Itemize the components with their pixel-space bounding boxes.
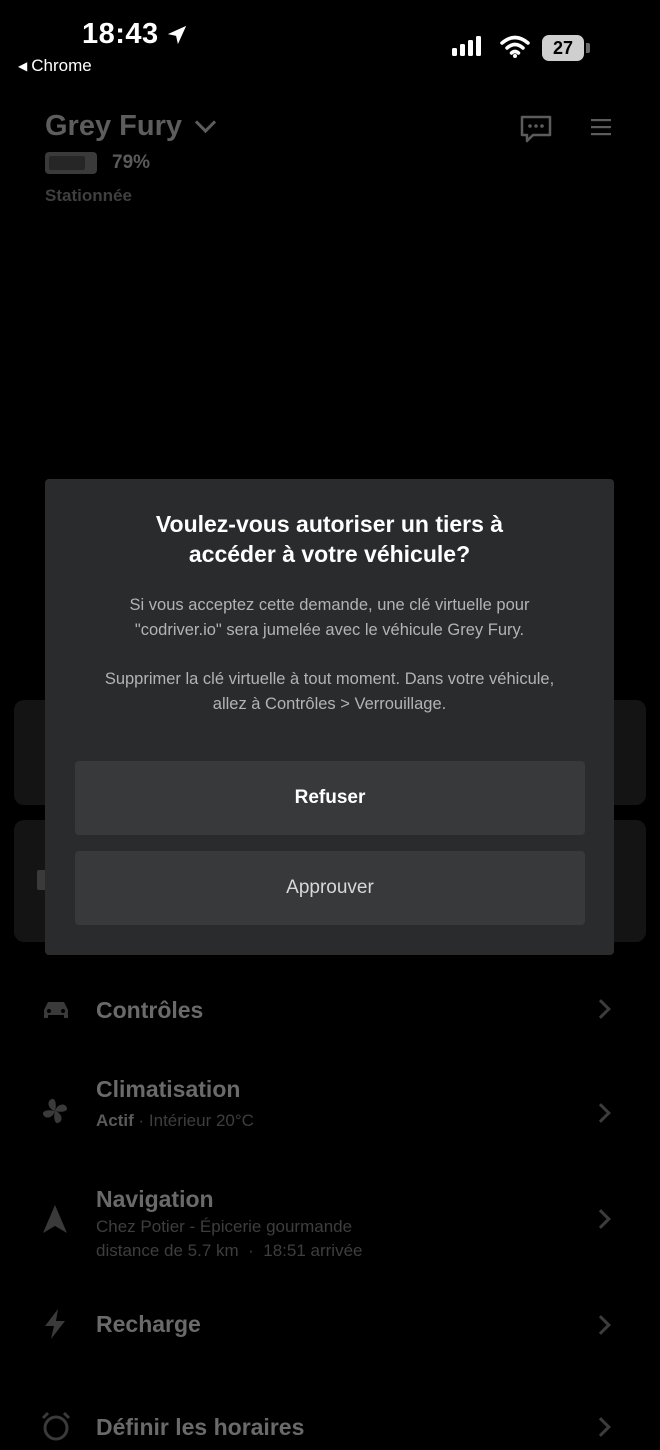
menu-item-charging[interactable]: Recharge: [40, 1304, 630, 1344]
back-triangle-icon: ◀: [18, 59, 28, 73]
menu-item-title: Contrôles: [96, 996, 204, 1023]
cellular-signal-icon: [452, 36, 481, 56]
menu-hamburger-icon[interactable]: [590, 117, 612, 137]
alarm-clock-icon: [41, 1411, 71, 1441]
vehicle-selector[interactable]: Grey Fury: [45, 110, 217, 143]
climate-status: Actif: [96, 1111, 134, 1130]
vehicle-state: Stationnée: [45, 186, 132, 205]
lightning-icon: [45, 1309, 65, 1339]
climate-detail: · Intérieur 20°C: [133, 1111, 254, 1130]
back-to-app-link[interactable]: ◀ Chrome: [18, 56, 92, 76]
dialog-title-line: Voulez-vous autoriser un tiers à: [155, 511, 504, 537]
dialog-text-line: Supprimer la clé virtuelle à tout moment…: [104, 670, 555, 688]
dialog-text-line: "codriver.io" sera jumelée avec le véhic…: [134, 621, 525, 639]
menu-item-schedule[interactable]: Définir les horaires: [40, 1410, 630, 1450]
vehicle-name: Grey Fury: [45, 110, 182, 142]
battery-indicator: 27: [542, 35, 584, 61]
refuse-button[interactable]: Refuser: [75, 761, 585, 835]
menu-item-climate[interactable]: Climatisation Actif · Intérieur 20°C: [40, 1076, 630, 1133]
dialog-text-line: allez à Contrôles > Verrouillage.: [212, 695, 447, 713]
vehicle-battery-pct: 79%: [112, 152, 151, 173]
chevron-down-icon: [194, 111, 217, 134]
menu-item-title: Définir les horaires: [96, 1414, 305, 1440]
battery-tip-icon: [586, 43, 590, 53]
vehicle-battery-icon: [45, 152, 97, 174]
message-icon[interactable]: [519, 114, 553, 144]
dialog-text-line: Si vous acceptez cette demande, une clé …: [129, 596, 530, 614]
menu-item-title: Recharge: [96, 1310, 201, 1337]
menu-item-title: Navigation: [96, 1186, 214, 1212]
menu-item-navigation[interactable]: Navigation Chez Potier - Épicerie gourma…: [40, 1186, 630, 1263]
status-time: 18:43: [82, 18, 159, 50]
dialog-paragraph-2: Supprimer la clé virtuelle à tout moment…: [65, 667, 594, 717]
dialog-title: Voulez-vous autoriser un tiers à accéder…: [85, 509, 574, 569]
third-party-access-dialog: Voulez-vous autoriser un tiers à accéder…: [45, 479, 614, 955]
wifi-icon: [500, 35, 530, 58]
navigation-eta: distance de 5.7 km · 18:51 arrivée: [96, 1241, 363, 1260]
back-app-label: Chrome: [31, 56, 92, 75]
fan-icon: [42, 1098, 68, 1124]
navigation-arrow-icon: [43, 1205, 67, 1233]
dialog-title-line: accéder à votre véhicule?: [188, 541, 471, 567]
approve-button[interactable]: Approuver: [75, 851, 585, 925]
car-icon: [44, 1002, 68, 1018]
menu-item-title: Climatisation: [96, 1076, 241, 1102]
navigation-destination: Chez Potier - Épicerie gourmande: [96, 1217, 353, 1236]
dialog-paragraph-1: Si vous acceptez cette demande, une clé …: [65, 593, 594, 643]
menu-item-controls[interactable]: Contrôles: [40, 990, 630, 1030]
location-arrow-icon: [167, 25, 187, 45]
